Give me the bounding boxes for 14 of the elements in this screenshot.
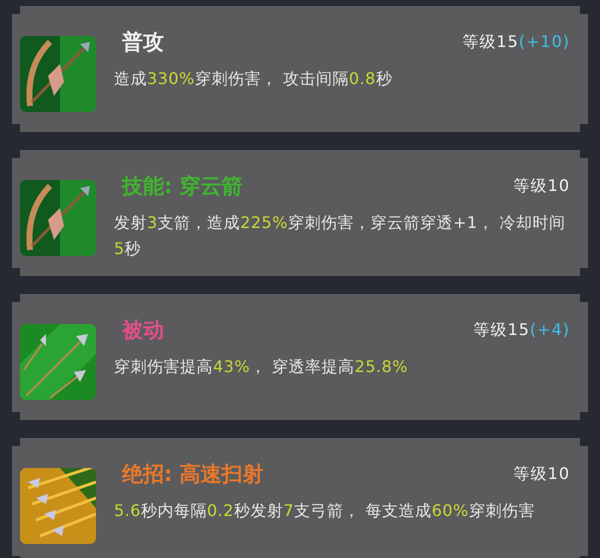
skill-description: 5.6秒内每隔0.2秒发射7支弓箭， 每支造成60%穿刺伤害 bbox=[114, 500, 536, 522]
skill-description: 穿刺伤害提高43%， 穿透率提高25.8% bbox=[114, 356, 409, 378]
arrows-icon bbox=[20, 468, 96, 544]
skill-description: 造成330%穿刺伤害， 攻击间隔0.8秒 bbox=[114, 68, 394, 90]
skill-name: 绝招: 高速扫射 bbox=[122, 461, 264, 488]
skill-description: 发射3支箭，造成225%穿刺伤害，穿云箭穿透+1， 冷却时间 5秒 bbox=[114, 212, 567, 260]
skill-level: 等级10 bbox=[514, 464, 570, 484]
arrows-icon bbox=[20, 324, 96, 400]
skill-name: 技能: 穿云箭 bbox=[122, 173, 243, 200]
skill-level: 等级15(+4) bbox=[474, 320, 570, 340]
skill-name: 普攻 bbox=[122, 29, 164, 56]
skill-name: 被动 bbox=[122, 317, 164, 344]
skill-level: 等级10 bbox=[514, 176, 570, 196]
skill-level: 等级15(+10) bbox=[462, 32, 570, 52]
